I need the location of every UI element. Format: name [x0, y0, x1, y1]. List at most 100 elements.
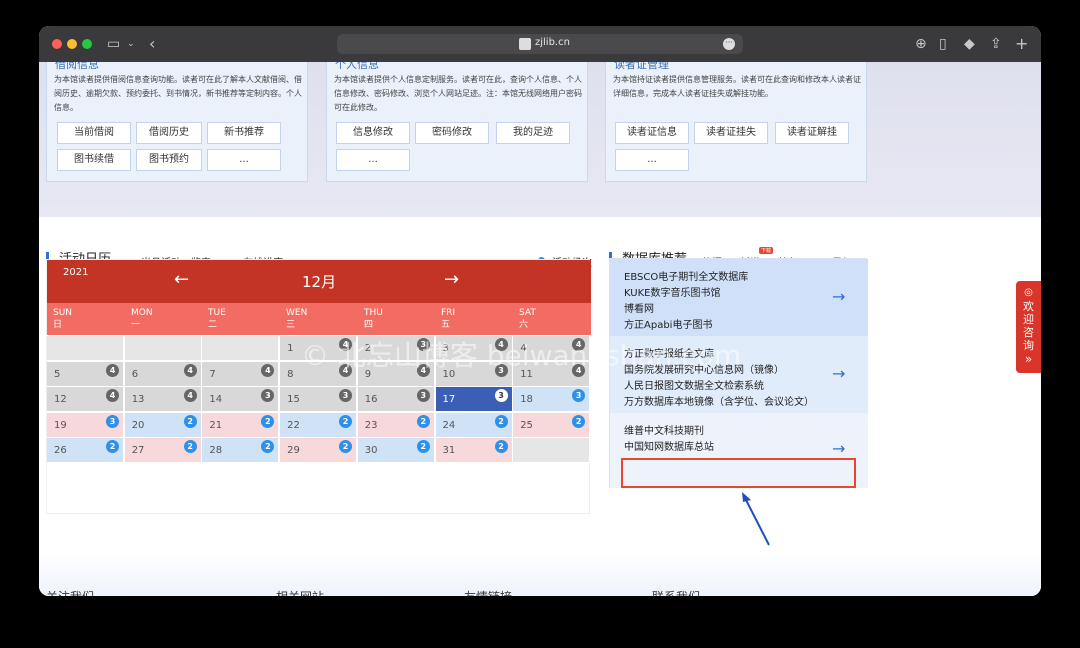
calendar-day[interactable]: 14 3 — [202, 387, 280, 412]
weekday-en: THU — [364, 308, 383, 318]
download-icon[interactable]: ⊕ — [915, 34, 927, 54]
footer-follow-us[interactable]: 关注我们 — [46, 588, 94, 596]
borrow-history-button[interactable]: 借阅历史 — [136, 122, 202, 144]
database-group-1[interactable]: EBSCO电子期刊全文数据库 KUKE数字音乐图书馆 博看网 方正Apabi电子… — [610, 259, 868, 336]
share-icon[interactable]: ⇪ — [990, 34, 1002, 54]
zoom-window-button[interactable] — [82, 39, 92, 49]
site-favicon-icon — [519, 38, 531, 50]
database-link[interactable]: EBSCO电子期刊全文数据库 — [624, 268, 748, 283]
calendar-day[interactable]: 19 3 — [47, 412, 124, 438]
current-borrow-button[interactable]: 当前借阅 — [57, 122, 131, 144]
book-renew-button[interactable]: 图书续借 — [57, 149, 131, 171]
arrow-right-icon[interactable]: → — [832, 287, 845, 306]
day-number: 7 — [209, 368, 216, 380]
weekday-sun: SUN 日 — [53, 307, 72, 331]
day-number: 25 — [520, 419, 533, 431]
my-footprint-button[interactable]: 我的足迹 — [496, 122, 570, 144]
more-card-button[interactable]: ... — [615, 149, 689, 171]
back-icon[interactable]: ‹ — [149, 34, 155, 54]
calendar-day[interactable]: 23 2 — [357, 412, 435, 438]
next-month-button[interactable]: → — [444, 269, 459, 290]
day-number: 6 — [131, 368, 139, 380]
card-description: 为本馆读者提供借阅信息查询功能。读者可在此了解本人文献借阅、借阅历史、逾期欠款、… — [54, 75, 302, 112]
weekday-en: SAT — [519, 308, 536, 318]
title-bar: ▭ ⌄ ‹ zjlib.cn ··· ⊕ ▯ ◆ ⇪ + — [39, 26, 1041, 62]
minimize-window-button[interactable] — [67, 39, 77, 49]
calendar-empty-cell — [124, 336, 202, 361]
event-count-badge: 3 — [106, 414, 119, 428]
consult-button[interactable]: ◎ 欢迎咨询 » — [1016, 281, 1041, 373]
database-link[interactable]: 维普中文科技期刊 — [624, 422, 704, 437]
database-link[interactable]: 方正Apabi电子图书 — [624, 316, 712, 331]
prev-month-button[interactable]: ← — [174, 269, 189, 290]
close-window-button[interactable] — [52, 39, 62, 49]
cnki-database-link[interactable]: 中国知网数据库总站 — [624, 438, 714, 453]
arrow-right-icon[interactable]: → — [832, 364, 845, 383]
footer-related-sites[interactable]: 相关网站 — [276, 588, 324, 596]
calendar-day[interactable]: 30 2 — [357, 438, 435, 463]
calendar-day[interactable]: 15 3 — [280, 387, 358, 412]
new-book-recommend-button[interactable]: 新书推荐 — [207, 122, 281, 144]
reader-card-card: 读者证管理 为本馆持证读者提供信息管理服务。读者可在此查询和修改本人读者证详细信… — [605, 62, 867, 182]
change-password-button[interactable]: 密码修改 — [415, 122, 489, 144]
footer-contact-us[interactable]: 联系我们 — [652, 588, 700, 596]
calendar-day[interactable]: 25 2 — [513, 412, 591, 438]
database-link[interactable]: 万方数据库本地镜像（含学位、会议论文） — [624, 393, 814, 408]
event-count-badge: 2 — [339, 414, 353, 428]
arrow-right-icon[interactable]: → — [832, 439, 845, 458]
chevron-down-icon[interactable]: ⌄ — [127, 34, 135, 54]
reader-card-info-button[interactable]: 读者证信息 — [615, 122, 689, 144]
book-reserve-button[interactable]: 图书预约 — [136, 149, 202, 171]
document-icon[interactable]: ▯ — [939, 34, 947, 54]
calendar-day[interactable]: 31 2 — [435, 438, 513, 463]
watermark: © 北忘山博客 beiwangshan.com — [301, 339, 742, 372]
calendar-day[interactable]: 64 — [124, 361, 202, 387]
calendar-day[interactable]: 29 2 — [280, 438, 358, 463]
calendar-header: 2021 ← 12月 → — [47, 260, 591, 303]
weekday-cn: 四 — [364, 320, 374, 330]
day-number: 12 — [54, 394, 67, 405]
day-number: 15 — [287, 394, 300, 405]
calendar-day[interactable]: 17 3 — [435, 387, 513, 412]
day-number: 5 — [54, 368, 61, 380]
extension-icon[interactable]: ◆ — [964, 34, 975, 54]
card-description: 为本馆读者提供个人信息定制服务。读者可在此，查询个人信息、个人信息修改、密码修改… — [334, 75, 582, 112]
database-link[interactable]: KUKE数字音乐图书馆 — [624, 284, 720, 299]
highlight-box — [621, 458, 856, 488]
edit-info-button[interactable]: 信息修改 — [336, 122, 410, 144]
day-number: 22 — [287, 419, 300, 431]
event-count-badge: 3 — [261, 389, 275, 402]
day-number: 26 — [54, 445, 67, 456]
more-personal-button[interactable]: ... — [336, 149, 410, 171]
calendar-day[interactable]: 26 2 — [47, 438, 124, 463]
calendar-day[interactable]: 22 2 — [280, 412, 358, 438]
calendar-day[interactable]: 21 2 — [202, 412, 280, 438]
calendar-day[interactable]: 24 2 — [435, 412, 513, 438]
weekday-cn: 一 — [131, 320, 141, 330]
calendar-day[interactable]: 74 — [202, 361, 280, 387]
new-badge: 下载 — [759, 247, 774, 254]
annotation-arrow-icon — [742, 492, 770, 546]
calendar-day[interactable]: 12 4 — [47, 387, 124, 412]
event-count-badge: 2 — [183, 440, 197, 453]
calendar-day[interactable]: 54 — [47, 361, 124, 387]
calendar-day[interactable]: 27 2 — [124, 438, 202, 463]
more-icon[interactable]: ··· — [723, 38, 735, 50]
event-count-badge: 2 — [261, 414, 275, 428]
sidebar-icon[interactable]: ▭ — [107, 34, 120, 54]
calendar-day[interactable]: 13 4 — [124, 387, 202, 412]
calendar-day[interactable]: 20 2 — [124, 412, 202, 438]
more-borrow-button[interactable]: ... — [207, 149, 281, 171]
footer-friend-links[interactable]: 友情链接 — [464, 588, 512, 596]
calendar-day[interactable]: 16 3 — [357, 387, 435, 412]
report-card-loss-button[interactable]: 读者证挂失 — [694, 122, 768, 144]
cancel-card-loss-button[interactable]: 读者证解挂 — [775, 122, 849, 144]
activity-calendar: 2021 ← 12月 → SUN 日 MON 一 TUE 二 WEN 三 THU 四 FR… — [46, 259, 591, 514]
address-bar[interactable]: zjlib.cn ··· — [337, 34, 743, 54]
database-link[interactable]: 人民日报图文数据全文检索系统 — [624, 377, 764, 392]
calendar-empty-cell — [47, 336, 124, 361]
new-tab-icon[interactable]: + — [1015, 34, 1028, 54]
database-link[interactable]: 博看网 — [624, 300, 654, 315]
calendar-day[interactable]: 28 2 — [202, 438, 280, 463]
calendar-day[interactable]: 18 3 — [513, 387, 591, 412]
